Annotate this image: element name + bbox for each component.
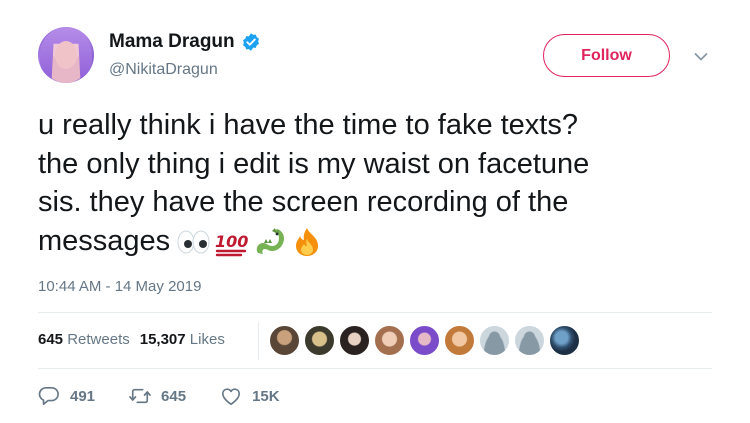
likes-label: Likes: [189, 331, 225, 348]
reply-action[interactable]: 491: [38, 386, 95, 406]
tweet-line: messages: [38, 224, 171, 257]
author-name-row: Mama Dragun: [109, 31, 261, 53]
engagement-stats: 645 Retweets 15,307 Likes: [38, 331, 225, 348]
follow-button[interactable]: Follow: [543, 34, 670, 77]
liker-avatar[interactable]: [374, 325, 405, 356]
stats-separator: [258, 322, 259, 360]
dragon-emoji-icon: [256, 227, 285, 254]
liker-avatar[interactable]: [444, 325, 475, 356]
retweet-icon: [129, 388, 151, 404]
timestamp[interactable]: 10:44 AM - 14 May 2019: [38, 278, 201, 295]
emoji-row: 100: [176, 227, 324, 257]
avatar[interactable]: [38, 27, 94, 83]
author-handle[interactable]: @NikitaDragun: [109, 61, 218, 79]
liker-avatar[interactable]: [549, 325, 580, 356]
tweet-line-last: messages 100: [38, 222, 718, 261]
tweet-line: sis. they have the screen recording of t…: [38, 186, 569, 218]
avatar-face: [55, 41, 77, 69]
liker-avatar[interactable]: [339, 325, 370, 356]
retweet-count: 645: [161, 387, 187, 405]
liker-avatars: [269, 325, 580, 356]
fire-emoji-icon: [296, 227, 319, 256]
liker-avatar-default[interactable]: [514, 325, 545, 356]
retweets-stat[interactable]: 645 Retweets: [38, 331, 130, 348]
retweets-label: Retweets: [67, 331, 130, 348]
likes-stat[interactable]: 15,307 Likes: [140, 331, 225, 348]
tweet-line: u really think i have the time to fake t…: [38, 109, 578, 141]
tweet-card: Mama Dragun @NikitaDragun Follow u reall…: [0, 0, 750, 423]
liker-avatar[interactable]: [304, 325, 335, 356]
retweet-action[interactable]: 645: [129, 386, 186, 406]
divider: [38, 368, 712, 369]
reply-icon: [38, 387, 59, 405]
tweet-line: the only thing i edit is my waist on fac…: [38, 147, 590, 180]
display-name[interactable]: Mama Dragun: [109, 31, 235, 53]
verified-badge-icon: [242, 33, 259, 51]
svg-text:100: 100: [215, 232, 248, 251]
hundred-points-emoji-icon: 100: [215, 232, 248, 257]
liker-avatar[interactable]: [269, 325, 300, 356]
liker-avatar-default[interactable]: [479, 325, 510, 356]
like-action[interactable]: 15K: [220, 386, 280, 406]
tweet-text: u really think i have the time to fake t…: [38, 106, 718, 260]
divider: [38, 312, 712, 313]
reply-count: 491: [70, 387, 96, 405]
heart-icon: [222, 388, 241, 405]
tweet-actions: 491 645 15K: [38, 386, 314, 406]
likes-count: 15,307: [139, 331, 186, 348]
retweets-count: 645: [38, 331, 64, 348]
like-count: 15K: [252, 387, 280, 405]
liker-avatar[interactable]: [409, 325, 440, 356]
eyes-emoji-icon: [177, 230, 210, 254]
chevron-down-icon[interactable]: [694, 52, 708, 62]
